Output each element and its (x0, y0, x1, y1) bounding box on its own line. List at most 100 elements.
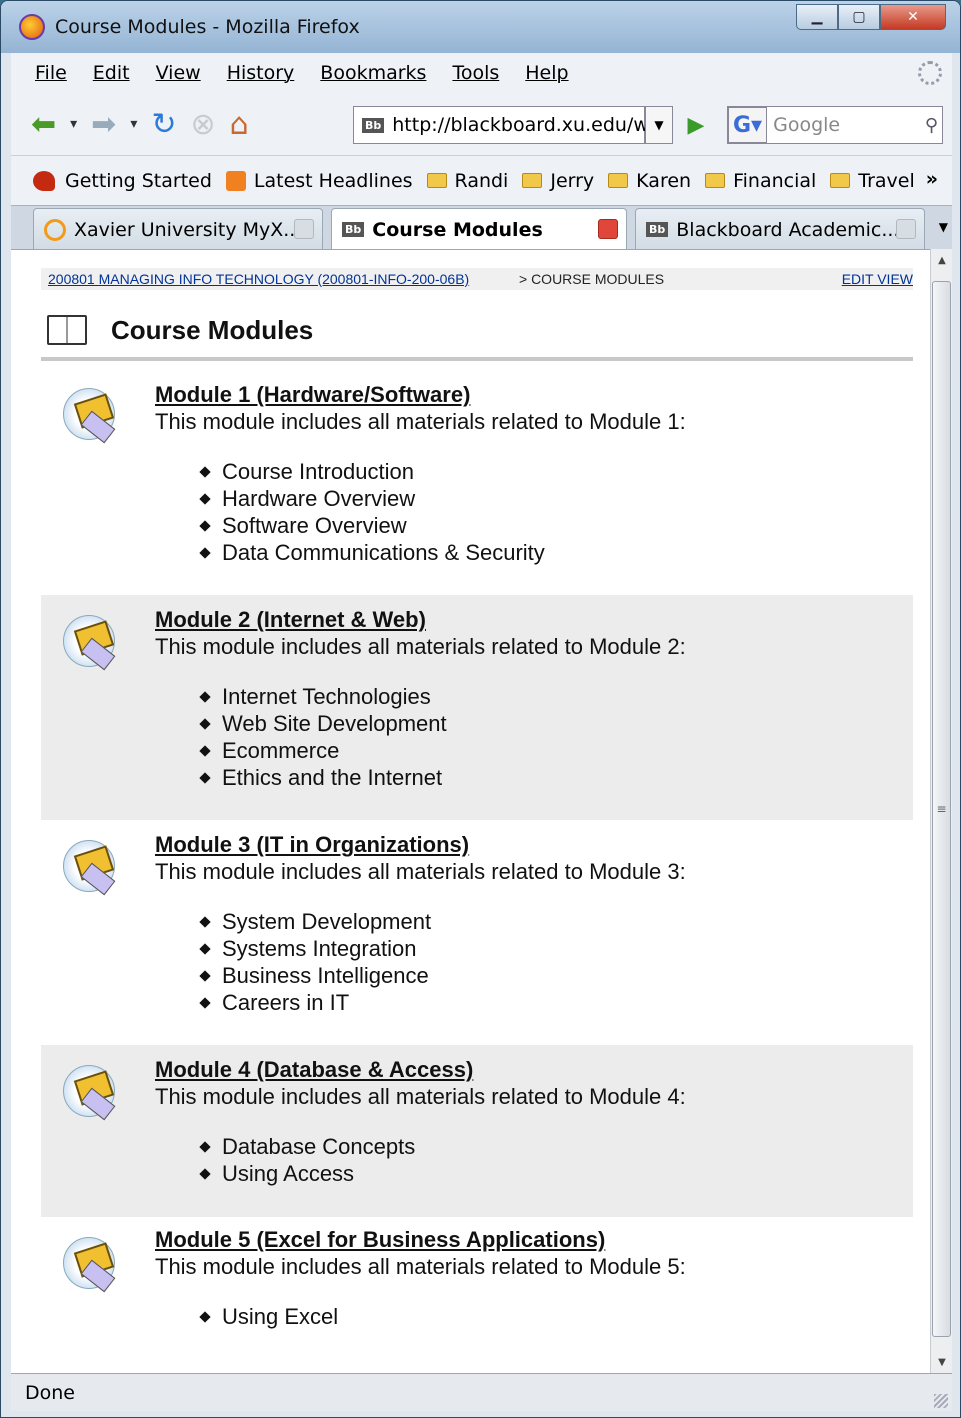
module-5: Module 5 (Excel for Business Application… (41, 1217, 913, 1357)
menu-bar: File Edit View History Bookmarks Tools H… (11, 53, 952, 93)
module-5-link[interactable]: Module 5 (Excel for Business Application… (155, 1227, 605, 1253)
forward-history-icon[interactable]: ▾ (130, 116, 137, 132)
list-item: Ethics and the Internet (201, 764, 447, 791)
module-4-link[interactable]: Module 4 (Database & Access) (155, 1057, 473, 1083)
scroll-up-icon[interactable]: ▲ (931, 249, 953, 271)
module-3: Module 3 (IT in Organizations) This modu… (41, 820, 913, 1045)
list-item: Web Site Development (201, 710, 447, 737)
list-item: Software Overview (201, 512, 545, 539)
url-bar[interactable]: Bb http://blackboard.xu.edu/w (353, 106, 649, 144)
divider (41, 357, 913, 361)
maximize-button[interactable]: ▢ (838, 4, 880, 30)
tab-label: Xavier University MyX... (74, 218, 302, 241)
firefox-bookmark-icon (33, 170, 55, 191)
bookmark-label: Latest Headlines (253, 169, 413, 192)
scroll-down-icon[interactable]: ▼ (931, 1351, 953, 1373)
tab-label: Blackboard Academic... (676, 218, 900, 241)
home-icon[interactable]: ⌂ (230, 107, 249, 142)
close-tab-icon[interactable] (598, 219, 618, 239)
tab-label: Course Modules (372, 218, 543, 241)
navigation-toolbar: ⬅ ▾ ➡ ▾ ↻ ⊗ ⌂ Bb http://blackboard.xu.ed… (11, 93, 952, 155)
list-item: Data Communications & Security (201, 539, 545, 566)
go-icon[interactable]: ▶ (679, 106, 713, 144)
book-icon (47, 315, 87, 345)
minimize-button[interactable]: ▁ (796, 4, 838, 30)
list-item: Using Access (201, 1160, 415, 1187)
reload-icon[interactable]: ↻ (151, 107, 176, 142)
folder-icon (522, 173, 543, 188)
chevron-more-icon[interactable]: » (926, 168, 938, 190)
search-engine-icon[interactable]: G▾ (728, 107, 768, 143)
module-4-description: This module includes all materials relat… (155, 1084, 686, 1109)
forward-arrow-icon[interactable]: ➡ (91, 107, 116, 142)
close-button[interactable]: ✕ (880, 4, 946, 30)
module-1: Module 1 (Hardware/Software) This module… (41, 368, 913, 590)
bookmark-label: Financial (733, 169, 817, 192)
list-item: Systems Integration (201, 935, 431, 962)
module-3-link[interactable]: Module 3 (IT in Organizations) (155, 832, 469, 858)
close-tab-icon[interactable] (896, 219, 916, 239)
menu-history[interactable]: History (227, 62, 295, 84)
folder-icon (830, 173, 851, 188)
bookmark-label: Jerry (550, 169, 595, 192)
bookmark-travel[interactable]: Travel (830, 170, 915, 192)
site-icon: Bb (342, 222, 365, 237)
back-history-icon[interactable]: ▾ (70, 116, 77, 132)
tab-bar: Xavier University MyX... Bb Course Modul… (11, 205, 952, 250)
url-text: http://blackboard.xu.edu/w (392, 114, 649, 136)
folder-icon (63, 840, 125, 898)
bookmark-jerry[interactable]: Jerry (522, 170, 594, 192)
menu-help[interactable]: Help (525, 62, 568, 84)
tab-course-modules[interactable]: Bb Course Modules (331, 208, 627, 250)
url-dropdown-icon[interactable]: ▼ (645, 106, 673, 144)
module-1-topics: Course Introduction Hardware Overview So… (201, 458, 545, 566)
menu-tools[interactable]: Tools (452, 62, 499, 84)
site-icon: Bb (362, 117, 385, 133)
tab-list-dropdown-icon[interactable]: ▼ (939, 220, 948, 234)
module-2: Module 2 (Internet & Web) This module in… (41, 595, 913, 820)
page-title: Course Modules (111, 314, 314, 345)
folder-icon (705, 173, 726, 188)
list-item: Careers in IT (201, 989, 431, 1016)
module-2-link[interactable]: Module 2 (Internet & Web) (155, 607, 426, 633)
module-2-description: This module includes all materials relat… (155, 634, 686, 659)
module-1-link[interactable]: Module 1 (Hardware/Software) (155, 382, 470, 408)
list-item: Using Excel (201, 1303, 338, 1330)
search-input[interactable]: G▾ Google ⚲ (727, 106, 943, 144)
status-text: Done (25, 1381, 75, 1404)
list-item: System Development (201, 908, 431, 935)
module-4-topics: Database Concepts Using Access (201, 1133, 415, 1187)
close-tab-icon[interactable] (294, 219, 314, 239)
list-item: Database Concepts (201, 1133, 415, 1160)
browser-window: Course Modules - Mozilla Firefox ▁ ▢ ✕ F… (0, 0, 961, 1418)
menu-edit[interactable]: Edit (93, 62, 130, 84)
bookmark-label: Randi (454, 169, 509, 192)
breadcrumb-course-link[interactable]: 200801 MANAGING INFO TECHNOLOGY (200801-… (48, 271, 469, 287)
folder-icon (63, 615, 125, 673)
site-icon: Bb (646, 222, 669, 237)
folder-icon (63, 388, 125, 446)
list-item: Course Introduction (201, 458, 545, 485)
rss-icon (225, 170, 246, 191)
bookmark-financial[interactable]: Financial (705, 170, 816, 192)
folder-icon (426, 173, 447, 188)
bookmark-randi[interactable]: Randi (426, 169, 509, 192)
stop-icon[interactable]: ⊗ (190, 107, 215, 142)
tab-blackboard[interactable]: Bb Blackboard Academic... (635, 208, 925, 250)
menu-view[interactable]: View (156, 62, 201, 84)
search-icon[interactable]: ⚲ (925, 115, 938, 136)
scrollbar-thumb[interactable]: ≡ (932, 281, 951, 1337)
bookmark-getting-started[interactable]: Getting Started (33, 170, 212, 192)
menu-file[interactable]: File (35, 62, 67, 84)
resize-grip-icon[interactable] (934, 1394, 948, 1408)
menu-bookmarks[interactable]: Bookmarks (320, 62, 426, 84)
tab-xavier[interactable]: Xavier University MyX... (33, 208, 323, 250)
bookmark-latest-headlines[interactable]: Latest Headlines (225, 169, 413, 192)
page-header: Course Modules (47, 310, 313, 350)
bookmark-karen[interactable]: Karen (608, 170, 691, 192)
back-arrow-icon[interactable]: ⬅ (31, 107, 56, 142)
module-5-topics: Using Excel (201, 1303, 338, 1330)
window-title: Course Modules - Mozilla Firefox (55, 16, 360, 38)
vertical-scrollbar[interactable]: ▲ ≡ ▼ (930, 249, 952, 1373)
edit-view-link[interactable]: EDIT VIEW (842, 271, 913, 287)
